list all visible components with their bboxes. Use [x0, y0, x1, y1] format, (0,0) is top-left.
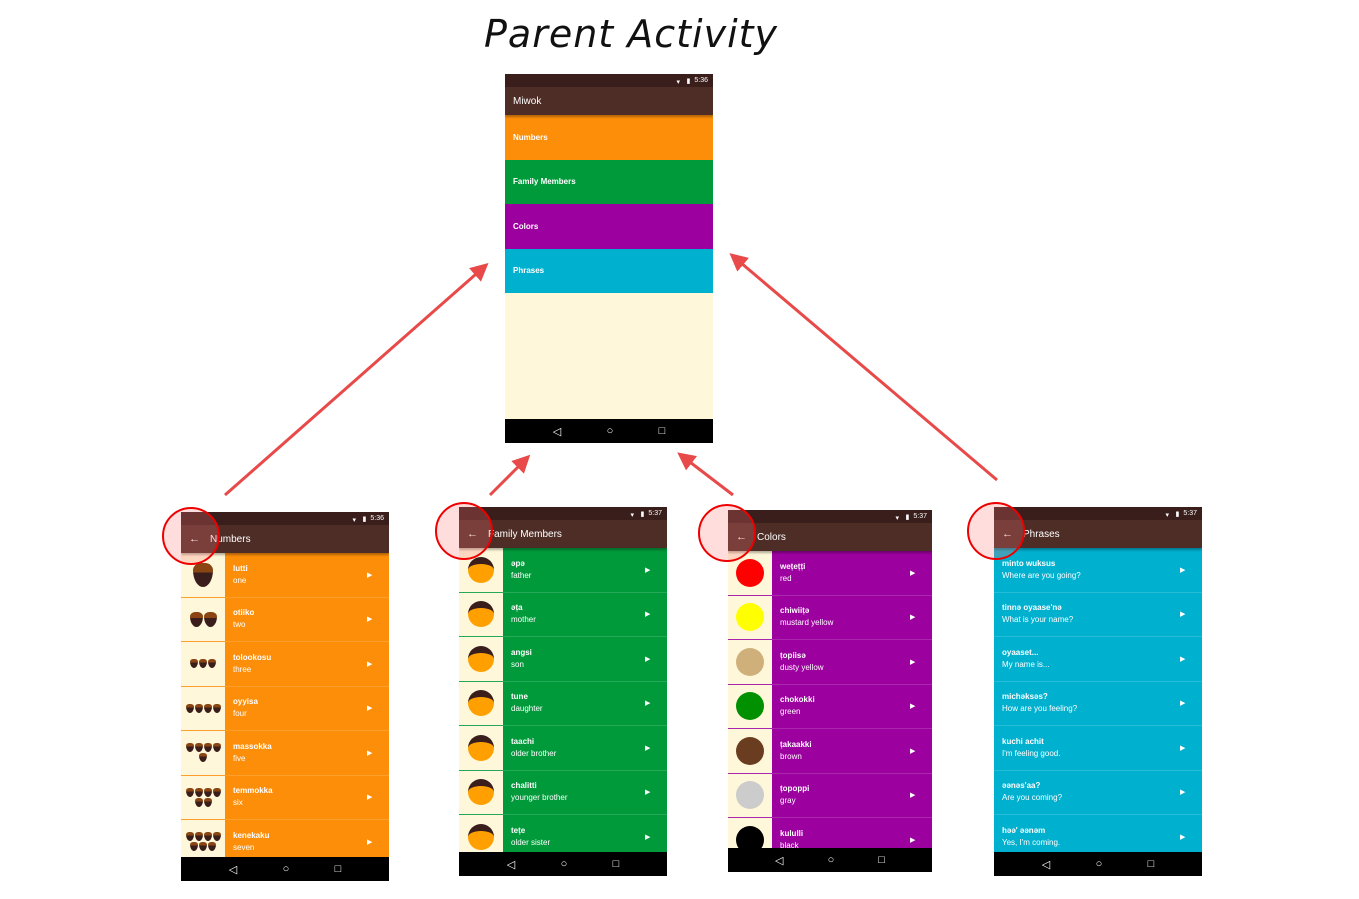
- arrow-numbers-to-parent: [224, 263, 489, 497]
- arrow-family-to-parent: [488, 454, 531, 497]
- navigation-arrows: [224, 253, 998, 497]
- arrow-colors-to-parent: [677, 452, 734, 497]
- arrow-phrases-to-parent: [729, 253, 998, 482]
